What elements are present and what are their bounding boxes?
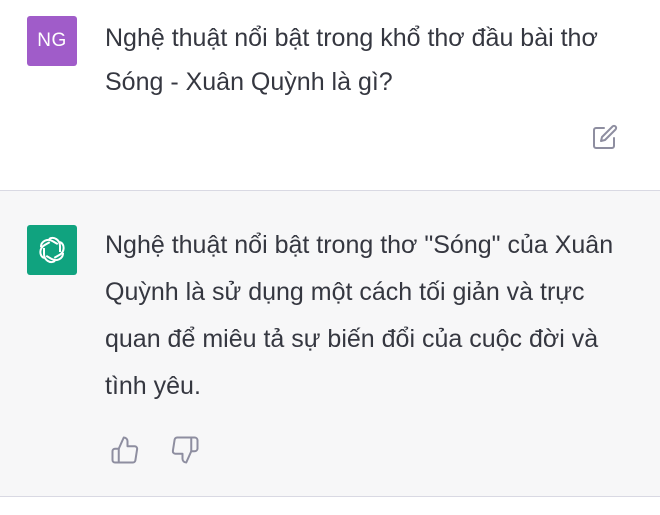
edit-icon xyxy=(593,124,618,149)
next-row-background xyxy=(0,497,660,515)
thumbs-down-button[interactable] xyxy=(170,435,200,465)
edit-message-button[interactable] xyxy=(590,124,622,152)
user-message-text: Nghệ thuật nổi bật trong khổ thơ đầu bài… xyxy=(105,24,598,96)
thumbs-up-button[interactable] xyxy=(110,435,140,465)
assistant-message-text: Nghệ thuật nổi bật trong thơ "Sóng" của … xyxy=(105,231,614,400)
assistant-message-row: Nghệ thuật nổi bật trong thơ "Sóng" của … xyxy=(0,191,660,496)
thumbs-down-icon xyxy=(171,436,199,464)
chat-conversation: NG Nghệ thuật nổi bật trong khổ thơ đầu … xyxy=(0,0,660,515)
openai-logo-icon xyxy=(39,236,65,264)
thumbs-up-icon xyxy=(111,436,139,464)
user-message-row: NG Nghệ thuật nổi bật trong khổ thơ đầu … xyxy=(0,0,660,190)
assistant-avatar xyxy=(27,225,77,275)
user-avatar: NG xyxy=(27,16,77,66)
